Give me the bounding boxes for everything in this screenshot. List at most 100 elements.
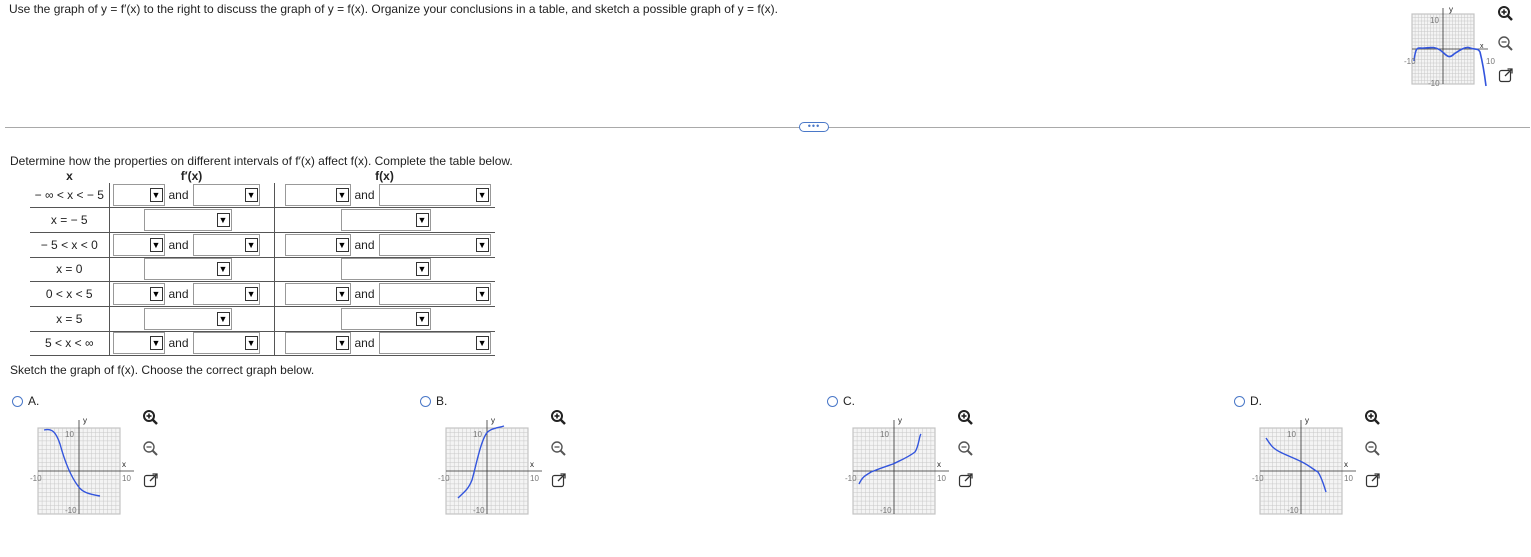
graph-tick-label: 10 [880, 430, 889, 439]
sketch-instruction: Sketch the graph of f(x). Choose the cor… [10, 363, 315, 377]
table-row: x = 0 ▼ ▼ [30, 257, 495, 283]
answer-dropdown[interactable]: ▼ [340, 209, 431, 232]
option-graph[interactable]: y x 10 -10 10 -10 [845, 414, 949, 524]
popout-icon[interactable] [142, 471, 160, 489]
zoom-out-icon[interactable] [1497, 35, 1515, 53]
zoom-in-icon[interactable] [142, 409, 160, 427]
graph-tick-label: -10 [438, 474, 450, 483]
x-interval-cell: − 5 < x < 0 [30, 232, 110, 258]
dropdown-arrow-icon: ▼ [475, 188, 489, 203]
answer-dropdown[interactable]: ▼ [378, 233, 491, 256]
answer-dropdown[interactable]: ▼ [192, 283, 260, 306]
zoom-out-icon[interactable] [957, 440, 975, 458]
answer-dropdown[interactable]: ▼ [378, 283, 491, 306]
answer-option-d[interactable]: D. [1234, 394, 1262, 408]
dropdown-arrow-icon: ▼ [415, 311, 429, 326]
answer-option-c[interactable]: C. [827, 394, 855, 408]
option-graph[interactable]: y x 10 -10 10 -10 [30, 414, 134, 524]
graph-tick-label: y [898, 416, 902, 425]
zoom-in-icon[interactable] [1364, 409, 1382, 427]
dropdown-arrow-icon: ▼ [216, 213, 230, 228]
answer-dropdown[interactable]: ▼ [284, 332, 351, 355]
dropdown-arrow-icon: ▼ [149, 336, 163, 351]
x-interval-cell: 0 < x < 5 [30, 281, 110, 307]
answer-dropdown[interactable]: ▼ [143, 258, 232, 281]
option-label: C. [843, 394, 855, 408]
answer-dropdown[interactable]: ▼ [143, 209, 232, 232]
table-row: − 5 < x < 0 ▼ and ▼ ▼ and ▼ [30, 232, 495, 258]
fprime-header: f′(x) [180, 168, 203, 183]
answer-dropdown[interactable]: ▼ [112, 332, 165, 355]
expand-button[interactable]: ••• [799, 122, 829, 132]
f-cell: ▼ [274, 306, 495, 332]
table-row: − ∞ < x < − 5 ▼ and ▼ ▼ and ▼ [30, 183, 495, 209]
answer-option-b[interactable]: B. [420, 394, 447, 408]
dropdown-arrow-icon: ▼ [335, 287, 349, 302]
radio-button[interactable] [12, 395, 23, 407]
main-x-label: x [1480, 43, 1484, 50]
option-label: D. [1250, 394, 1262, 408]
answer-dropdown[interactable]: ▼ [340, 307, 431, 330]
answer-dropdown[interactable]: ▼ [378, 184, 491, 207]
svg-text:-10: -10 [1428, 79, 1440, 88]
option-graph-svg: y x 10 -10 10 -10 [1252, 416, 1356, 515]
graph-tick-label: 10 [65, 430, 74, 439]
zoom-in-icon[interactable] [1497, 5, 1515, 23]
answer-dropdown[interactable]: ▼ [112, 283, 165, 306]
svg-text:10: 10 [1486, 57, 1495, 66]
option-graph[interactable]: y x 10 -10 10 -10 [438, 414, 542, 524]
popout-icon[interactable] [1497, 66, 1515, 84]
answer-dropdown[interactable]: ▼ [284, 184, 351, 207]
zoom-in-icon[interactable] [550, 409, 568, 427]
dropdown-arrow-icon: ▼ [475, 336, 489, 351]
and-label: and [354, 188, 375, 203]
radio-button[interactable] [420, 395, 431, 407]
fprime-graph[interactable]: y x 10 -10 10 -10 [1404, 4, 1504, 114]
fprime-cell: ▼ [109, 207, 275, 233]
graph-tick-label: x [530, 460, 534, 469]
answer-option-a[interactable]: A. [12, 394, 39, 408]
radio-button[interactable] [1234, 395, 1245, 407]
f-cell: ▼ and ▼ [274, 331, 495, 357]
question-text: Use the graph of y = f′(x) to the right … [9, 2, 778, 16]
answer-dropdown[interactable]: ▼ [192, 184, 260, 207]
x-interval-cell: x = 5 [30, 306, 110, 332]
answer-dropdown[interactable]: ▼ [192, 332, 260, 355]
answer-dropdown[interactable]: ▼ [192, 233, 260, 256]
zoom-in-icon[interactable] [957, 409, 975, 427]
popout-icon[interactable] [957, 471, 975, 489]
dropdown-arrow-icon: ▼ [335, 237, 349, 252]
table-instruction: Determine how the properties on differen… [10, 154, 513, 168]
graph-tick-label: y [83, 416, 87, 425]
answer-dropdown[interactable]: ▼ [143, 307, 232, 330]
and-label: and [168, 336, 189, 351]
graph-tick-label: y [1305, 416, 1309, 425]
option-graph[interactable]: y x 10 -10 10 -10 [1252, 414, 1356, 524]
dropdown-arrow-icon: ▼ [244, 237, 258, 252]
popout-icon[interactable] [1364, 471, 1382, 489]
zoom-out-icon[interactable] [550, 440, 568, 458]
answer-dropdown[interactable]: ▼ [284, 233, 351, 256]
dropdown-arrow-icon: ▼ [244, 336, 258, 351]
answer-dropdown[interactable]: ▼ [340, 258, 431, 281]
zoom-out-icon[interactable] [1364, 440, 1382, 458]
zoom-out-icon[interactable] [142, 440, 160, 458]
f-cell: ▼ and ▼ [274, 281, 495, 307]
svg-text:10: 10 [1430, 16, 1439, 25]
graph-tick-label: -10 [1287, 506, 1299, 515]
section-divider [5, 127, 1530, 128]
popout-icon[interactable] [550, 471, 568, 489]
dropdown-arrow-icon: ▼ [415, 213, 429, 228]
answer-dropdown[interactable]: ▼ [378, 332, 491, 355]
answer-dropdown[interactable]: ▼ [284, 283, 351, 306]
x-interval-cell: x = − 5 [30, 207, 110, 233]
table-row: x = 5 ▼ ▼ [30, 306, 495, 332]
option-graph-svg: y x 10 -10 10 -10 [845, 416, 949, 515]
properties-table: x f′(x) f(x) − ∞ < x < − 5 ▼ and ▼ ▼ and ▼ x = … [30, 168, 495, 357]
answer-dropdown[interactable]: ▼ [112, 184, 165, 207]
fprime-cell: ▼ and ▼ [109, 281, 275, 307]
answer-dropdown[interactable]: ▼ [112, 233, 165, 256]
x-interval-cell: x = 0 [30, 257, 110, 283]
radio-button[interactable] [827, 395, 838, 407]
graph-tick-label: 10 [937, 474, 946, 483]
